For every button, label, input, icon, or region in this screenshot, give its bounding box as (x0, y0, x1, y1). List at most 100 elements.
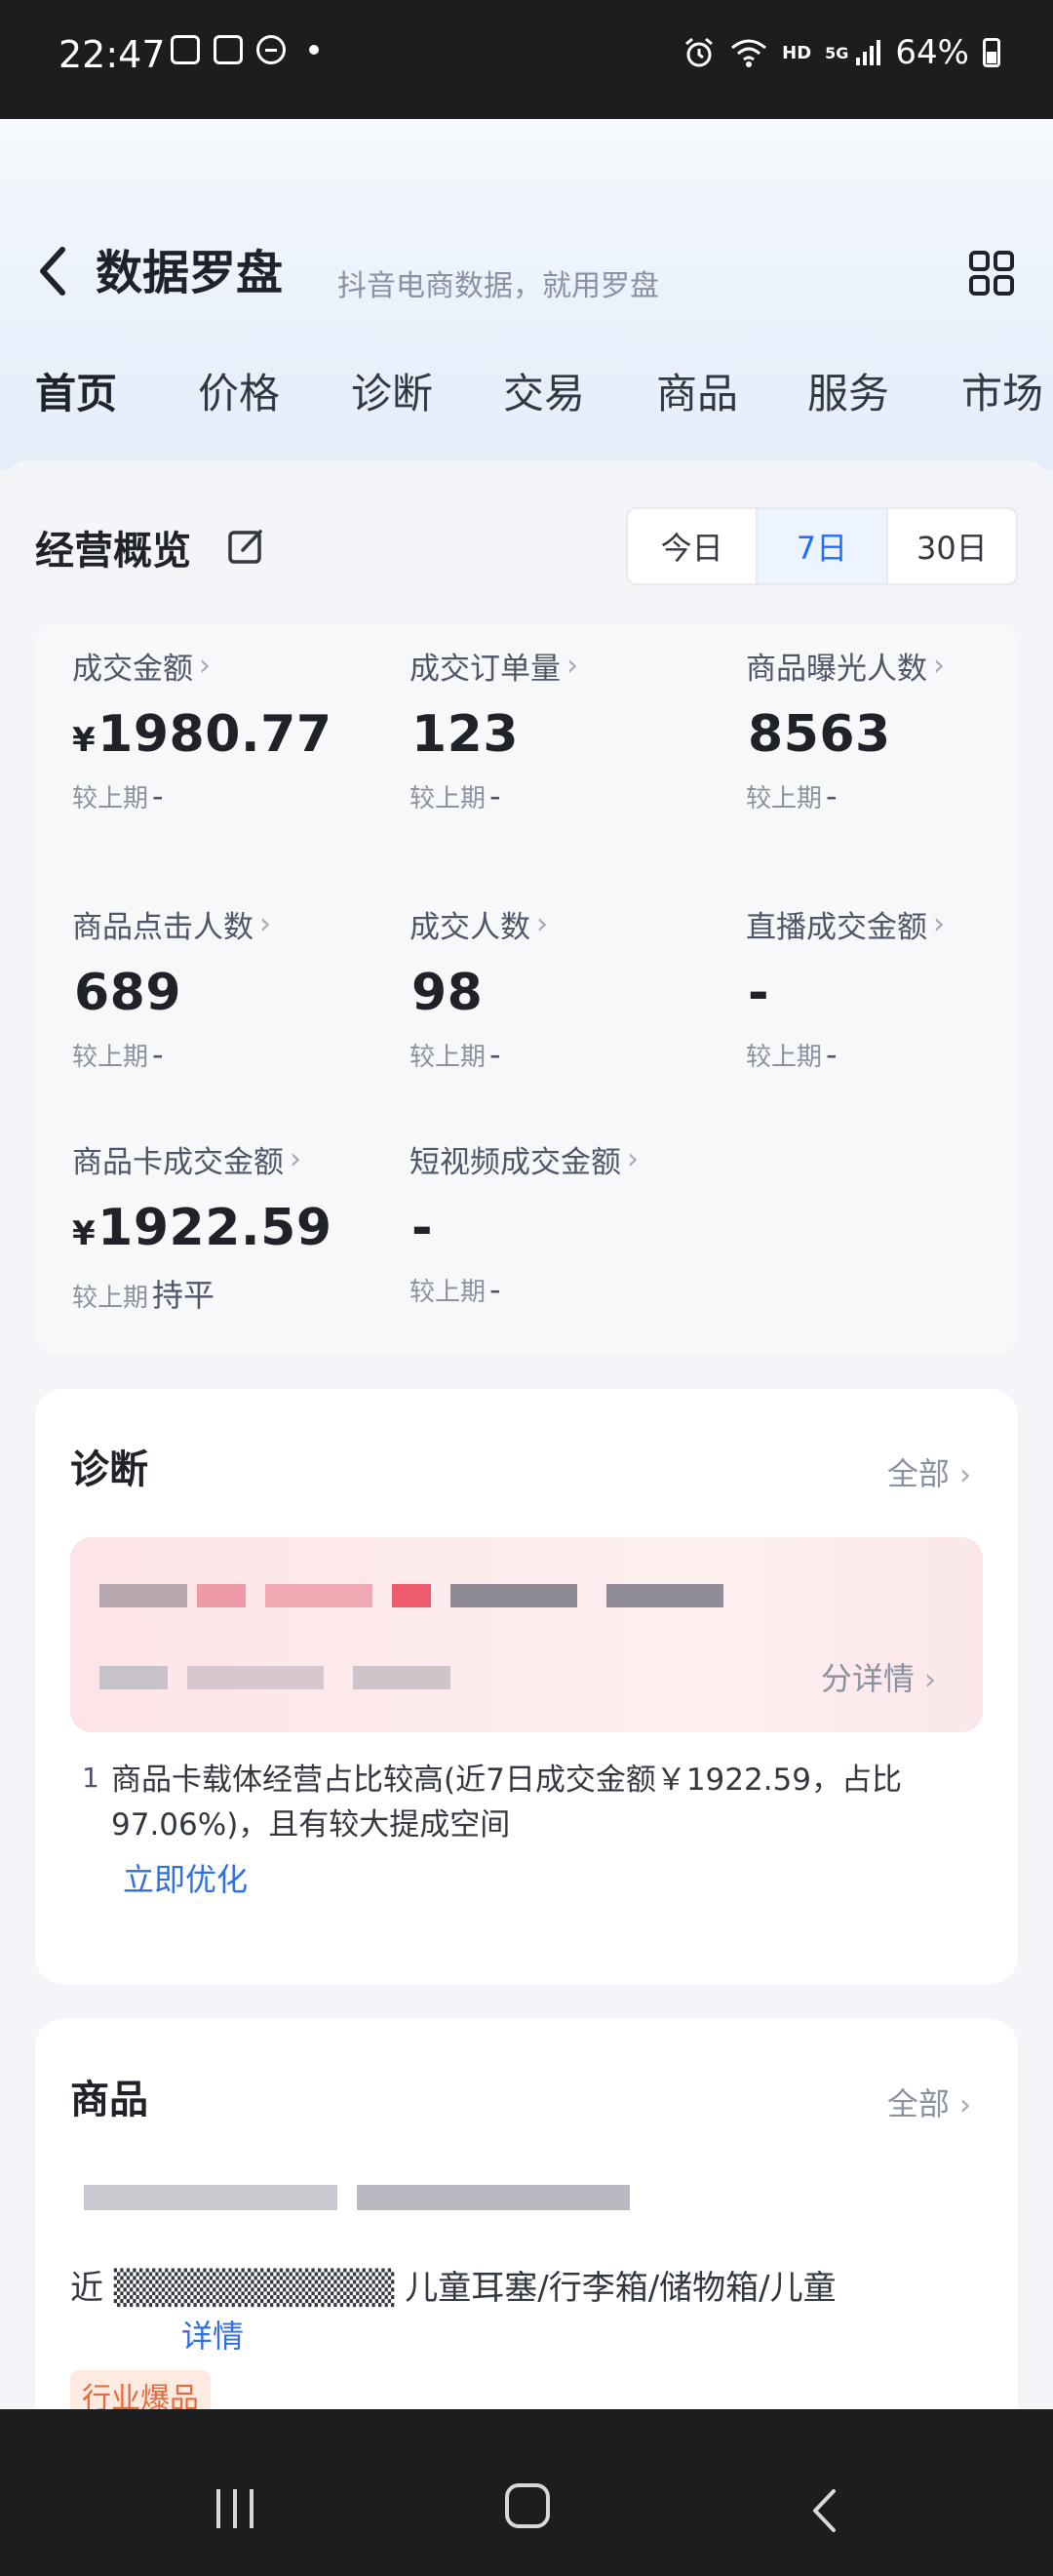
app-grid-icon[interactable] (968, 250, 1015, 297)
blurred-content (265, 1584, 372, 1607)
blurred-content (450, 1584, 577, 1607)
tab-home[interactable]: 首页 (35, 361, 117, 420)
metric-value: 689 (74, 964, 182, 1022)
metric-value: 1922.59 (98, 1199, 332, 1257)
compare-value: - (826, 1036, 838, 1073)
chevron-right-icon: › (627, 1142, 639, 1176)
chevron-right-icon: › (199, 649, 211, 683)
metric-label: 直播成交金额 (746, 910, 927, 945)
tab-price[interactable]: 价格 (198, 361, 280, 420)
notification-icons (171, 35, 319, 64)
compare-label: 较上期 (410, 1278, 487, 1307)
chevron-right-icon: › (536, 907, 548, 941)
currency-symbol: ¥ (72, 721, 97, 760)
compare-value: - (489, 1271, 501, 1308)
system-icons: HD 5G 64% (682, 33, 1000, 72)
metric-label: 商品点击人数 (72, 910, 254, 945)
products-title: 商品 (70, 2078, 148, 2122)
chevron-right-icon: › (290, 1142, 301, 1176)
tab-market[interactable]: 市场 (961, 361, 1043, 420)
blurred-content (606, 1584, 723, 1607)
banner-detail-link[interactable]: 分详情 › (821, 1654, 936, 1699)
metric-exposure[interactable]: 商品曝光人数 › 8563 较上期 - (746, 644, 1053, 814)
diagnosis-title: 诊断 (70, 1447, 148, 1492)
blurred-content (353, 1666, 450, 1689)
app-notification-icon (214, 35, 243, 64)
back-arrow-icon[interactable] (29, 242, 78, 300)
optimize-now-link[interactable]: 立即优化 (123, 1855, 248, 1900)
hd-label: HD (782, 42, 812, 63)
blurred-content (197, 1584, 246, 1607)
compare-label: 较上期 (410, 784, 487, 813)
metric-label: 商品曝光人数 (746, 652, 927, 687)
metric-value: 98 (411, 964, 484, 1022)
metric-label: 成交人数 (410, 910, 530, 945)
metric-clicks[interactable]: 商品点击人数 › 689 较上期 - (72, 902, 394, 1073)
currency-symbol: ¥ (72, 1214, 97, 1253)
page-title: 数据罗盘 (96, 246, 284, 300)
metric-value: 123 (411, 705, 520, 764)
chevron-right-icon: › (924, 1663, 936, 1697)
metric-value: 8563 (748, 705, 891, 764)
compare-label: 较上期 (746, 784, 823, 813)
diagnosis-view-all[interactable]: 全部 › (887, 1449, 971, 1494)
back-icon[interactable] (809, 2487, 838, 2534)
blurred-content (357, 2185, 630, 2210)
metric-label: 成交金额 (72, 652, 193, 687)
signal-type-label: 5G (825, 43, 849, 62)
edit-icon[interactable] (227, 527, 266, 566)
tab-diagnosis[interactable]: 诊断 (351, 361, 433, 420)
battery-icon (983, 38, 1000, 67)
status-time: 22:47 (58, 33, 166, 76)
chevron-right-icon: › (959, 1458, 971, 1492)
compare-label: 较上期 (746, 1043, 823, 1072)
tab-products[interactable]: 商品 (656, 361, 738, 420)
product-detail-link[interactable]: 详情 (181, 2312, 244, 2357)
cell-signal-icon (856, 40, 881, 65)
home-icon[interactable] (505, 2483, 550, 2528)
blurred-content (99, 1584, 187, 1607)
compare-value: - (826, 777, 838, 814)
main-tabs: 首页 价格 诊断 交易 商品 服务 市场 (0, 361, 1053, 439)
alarm-icon (685, 37, 714, 67)
metric-short-video-gmv[interactable]: 短视频成交金额 › - 较上期 - (410, 1137, 731, 1308)
compare-value: - (489, 777, 501, 814)
metric-value: 1980.77 (98, 705, 332, 764)
tab-service[interactable]: 服务 (807, 361, 889, 420)
do-not-disturb-icon (256, 35, 286, 64)
products-view-all[interactable]: 全部 › (887, 2080, 971, 2124)
overview-title: 经营概览 (35, 529, 191, 574)
diagnosis-card: 诊断 全部 › 分详情 › 1 商品卡载体经营占比较高(近7日成交金额￥1922… (35, 1389, 1018, 1984)
chevron-right-icon: › (933, 907, 945, 941)
metric-buyers[interactable]: 成交人数 › 98 较上期 - (410, 902, 731, 1073)
diagnosis-item-number: 1 (82, 1762, 99, 1794)
recent-apps-icon[interactable] (213, 2489, 257, 2528)
compare-label: 较上期 (72, 1284, 149, 1313)
chevron-right-icon: › (933, 649, 945, 683)
metric-product-card-gmv[interactable]: 商品卡成交金额 › ¥1922.59 较上期 持平 (72, 1137, 394, 1316)
metric-label: 成交订单量 (410, 652, 561, 687)
battery-percent: 64% (895, 33, 969, 72)
chevron-right-icon: › (959, 2088, 971, 2122)
blurred-content (99, 1666, 168, 1689)
period-30d[interactable]: 30日 (888, 509, 1016, 583)
metric-orders[interactable]: 成交订单量 › 123 较上期 - (410, 644, 731, 814)
compare-label: 较上期 (72, 1043, 149, 1072)
blurred-content (84, 2185, 337, 2210)
gallery-icon (171, 35, 200, 64)
period-7d[interactable]: 7日 (758, 509, 888, 583)
metric-live-gmv[interactable]: 直播成交金额 › - 较上期 - (746, 902, 1053, 1073)
compare-value: - (152, 777, 164, 814)
compare-value: - (152, 1036, 164, 1073)
diagnosis-score-banner[interactable]: 分详情 › (70, 1537, 983, 1732)
period-today[interactable]: 今日 (628, 509, 759, 583)
compare-label: 较上期 (410, 1043, 487, 1072)
period-selector: 今日 7日 30日 (626, 507, 1018, 585)
status-bar: 22:47 HD 5G 64% (0, 0, 1053, 119)
metric-value: - (411, 1199, 434, 1257)
product-recommendation-text: 近 ▒▒▒▒▒▒▒▒▒▒▒ 儿童耳塞/行李箱/储物箱/儿童 (70, 2269, 837, 2308)
tab-transaction[interactable]: 交易 (503, 361, 585, 420)
metric-value: - (748, 964, 770, 1022)
metrics-grid: 成交金额 › ¥1980.77 较上期 - 成交订单量 › 123 较上期 - 商品曝光… (35, 624, 1018, 1354)
metric-gmv[interactable]: 成交金额 › ¥1980.77 较上期 - (72, 644, 394, 814)
